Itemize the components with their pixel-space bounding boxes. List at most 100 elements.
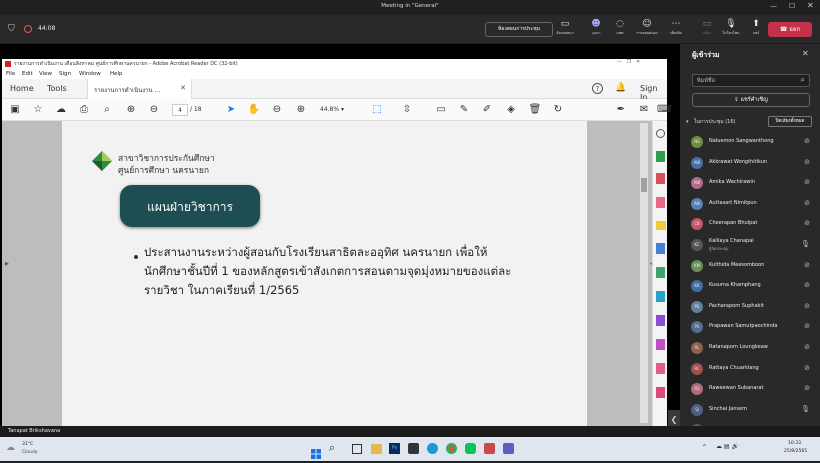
- tray-chevron-icon[interactable]: ^: [702, 444, 707, 451]
- taskbar-search-icon[interactable]: ⌕: [329, 441, 335, 455]
- file-explorer-icon[interactable]: [371, 444, 382, 454]
- leave-button[interactable]: ☎ ออก: [768, 22, 812, 37]
- zoom-in-icon[interactable]: ⊕: [294, 103, 308, 117]
- participant-row[interactable]: CB Cheerapan Bhulpat ⊘: [689, 214, 814, 234]
- media-icon[interactable]: [484, 443, 495, 454]
- section-chevron-icon[interactable]: ▾: [686, 119, 689, 125]
- bookmark-star-icon[interactable]: ☆: [31, 103, 45, 117]
- share-invite-button[interactable]: ⇪ แชร์คำเชิญ: [692, 93, 810, 107]
- left-panel-toggle[interactable]: ▶: [5, 261, 9, 267]
- marquee-icon[interactable]: ⬚: [370, 103, 384, 117]
- highlight-pen-icon[interactable]: ✎: [457, 103, 471, 117]
- save-icon[interactable]: ▣: [8, 103, 22, 117]
- vertical-scrollbar[interactable]: [640, 123, 648, 423]
- participant-row[interactable]: RL Ratanaporn Loungkeaw ⊘: [689, 338, 814, 358]
- participant-row[interactable]: NS Naluemon Sangwanthong ⊘: [689, 132, 814, 152]
- line-icon[interactable]: [465, 443, 476, 454]
- breakout-button[interactable]: ห้องสอนการประชุม: [485, 22, 553, 37]
- teams-icon[interactable]: [503, 443, 514, 454]
- comment-icon[interactable]: ▭: [434, 103, 448, 117]
- edge-icon[interactable]: [427, 443, 438, 454]
- tool-create-pdf-icon[interactable]: [656, 173, 665, 184]
- participant-row[interactable]: KM Kulthida Meesomboon ⊘: [689, 256, 814, 276]
- participant-row[interactable]: PS Pacharaporn Suphakit ⊘: [689, 297, 814, 317]
- chat-icon: ◌: [616, 19, 624, 29]
- tool-redact-icon[interactable]: [656, 363, 665, 374]
- tab-close-icon[interactable]: ✕: [180, 84, 186, 92]
- close-window-button[interactable]: ✕: [807, 1, 814, 10]
- participant-row[interactable]: SJ Sinchai Jansem 🎙: [689, 400, 814, 420]
- acrobat-logo-icon: [5, 61, 11, 67]
- close-panel-icon[interactable]: ✕: [802, 49, 809, 58]
- tool-edit-pdf-icon[interactable]: [656, 197, 665, 208]
- menu-view[interactable]: View: [39, 71, 52, 77]
- sign-icon[interactable]: ✒: [614, 103, 628, 117]
- tool-export-pdf-icon[interactable]: [656, 151, 665, 162]
- zoom-out-icon[interactable]: ⊖: [270, 103, 284, 117]
- keyboard-icon[interactable]: ⌨: [657, 103, 671, 117]
- hand-icon[interactable]: ✋: [247, 103, 261, 117]
- participant-row[interactable]: AW Akkrawat Wongthitikun ⊘: [689, 153, 814, 173]
- bell-icon[interactable]: 🔔: [615, 83, 626, 93]
- participant-row[interactable]: KC Kalliaya Chanapai ผู้จัดประชุม 🎙: [689, 235, 814, 255]
- menu-edit[interactable]: Edit: [22, 71, 33, 77]
- search-icon[interactable]: ⌕: [100, 103, 114, 117]
- help-icon[interactable]: ?: [592, 83, 603, 94]
- tool-combine-icon[interactable]: [656, 243, 665, 254]
- tool-scan-icon[interactable]: [656, 291, 665, 302]
- acrobat-window-controls[interactable]: — ❐ ✕: [617, 59, 640, 65]
- delete-icon[interactable]: 🗑: [528, 103, 542, 117]
- page-down-icon[interactable]: ⊖: [147, 103, 161, 117]
- participant-search-input[interactable]: พิมพ์ชื่อ ⌕: [692, 74, 810, 87]
- participant-row[interactable]: PS Prapawan Samutpaochinda ⊘: [689, 317, 814, 337]
- menu-help[interactable]: Help: [110, 71, 123, 77]
- tool-protect-icon[interactable]: [656, 339, 665, 350]
- tray-icons[interactable]: ☁ ▤ 🔊: [716, 443, 739, 450]
- rooms-button[interactable]: ▭ ห้องสนทนา: [552, 19, 578, 43]
- share-button[interactable]: ⬆ แชร์: [743, 19, 769, 43]
- photoshop-icon[interactable]: Ps: [389, 443, 400, 454]
- stamp-icon[interactable]: ◈: [504, 103, 518, 117]
- zoom-select[interactable]: 44.8% ▾: [320, 104, 360, 116]
- menu-window[interactable]: Window: [79, 71, 101, 77]
- participant-row[interactable]: RS Raweewan Subanarat ⊘: [689, 379, 814, 399]
- rotate-icon[interactable]: ↻: [551, 103, 565, 117]
- print-icon[interactable]: ⎙: [77, 103, 91, 117]
- tool-fill-sign-icon[interactable]: [656, 315, 665, 326]
- camera-app-icon[interactable]: [408, 443, 419, 454]
- participant-row[interactable]: AW Amika Wachirawin ⊘: [689, 173, 814, 193]
- more-button[interactable]: ⋯ เพิ่มเติม: [663, 19, 689, 43]
- scroll-mode-icon[interactable]: ⇳: [400, 103, 414, 117]
- upload-cloud-icon[interactable]: ☁: [54, 103, 68, 117]
- start-icon[interactable]: [311, 444, 321, 459]
- participant-row[interactable]: AN Auttasart Nimitpun ⊘: [689, 194, 814, 214]
- select-cursor-icon[interactable]: ➤: [224, 103, 238, 117]
- scrollbar-thumb[interactable]: [641, 178, 647, 192]
- tool-zoom-icon[interactable]: [656, 129, 665, 138]
- menu-sign[interactable]: Sign: [59, 71, 71, 77]
- draw-icon[interactable]: ✐: [480, 103, 494, 117]
- participant-row[interactable]: RC Rattaya Chuarklang ⊘: [689, 359, 814, 379]
- tab-document[interactable]: รายงานการดำเนินงาน ... ✕: [87, 79, 192, 99]
- maximize-button[interactable]: ☐: [789, 2, 795, 10]
- camera-button[interactable]: ▭ กล้อง: [694, 19, 720, 43]
- bullet-text: ประสานงานระหว่างผู้สอนกับโรงเรียนสาธิตละ…: [144, 245, 512, 297]
- mic-button[interactable]: 🎙 ไมโครโฟน: [718, 19, 744, 43]
- page-up-icon[interactable]: ⊕: [124, 103, 138, 117]
- tool-organize-icon[interactable]: [656, 267, 665, 278]
- chrome-icon[interactable]: [446, 443, 457, 454]
- participant-row[interactable]: KK Kusuma Khamphang ⊘: [689, 276, 814, 296]
- tab-home[interactable]: Home: [10, 84, 34, 93]
- minimize-button[interactable]: —: [770, 2, 777, 10]
- mute-all-button[interactable]: ปิดเสียงทั้งหมด: [768, 116, 812, 127]
- menu-file[interactable]: File: [6, 71, 15, 77]
- tool-more-icon[interactable]: [656, 387, 665, 398]
- reactions-button[interactable]: ☺ การตอบสนอง: [634, 19, 660, 43]
- tool-comment-icon[interactable]: [656, 221, 666, 230]
- people-button[interactable]: ☻ บุคคล: [583, 19, 609, 43]
- task-view-icon[interactable]: [352, 444, 362, 454]
- mail-icon[interactable]: ✉: [637, 103, 651, 117]
- tab-tools[interactable]: Tools: [47, 84, 67, 93]
- chat-button[interactable]: ◌ แชท: [607, 19, 633, 43]
- page-number-input[interactable]: 4: [172, 104, 188, 116]
